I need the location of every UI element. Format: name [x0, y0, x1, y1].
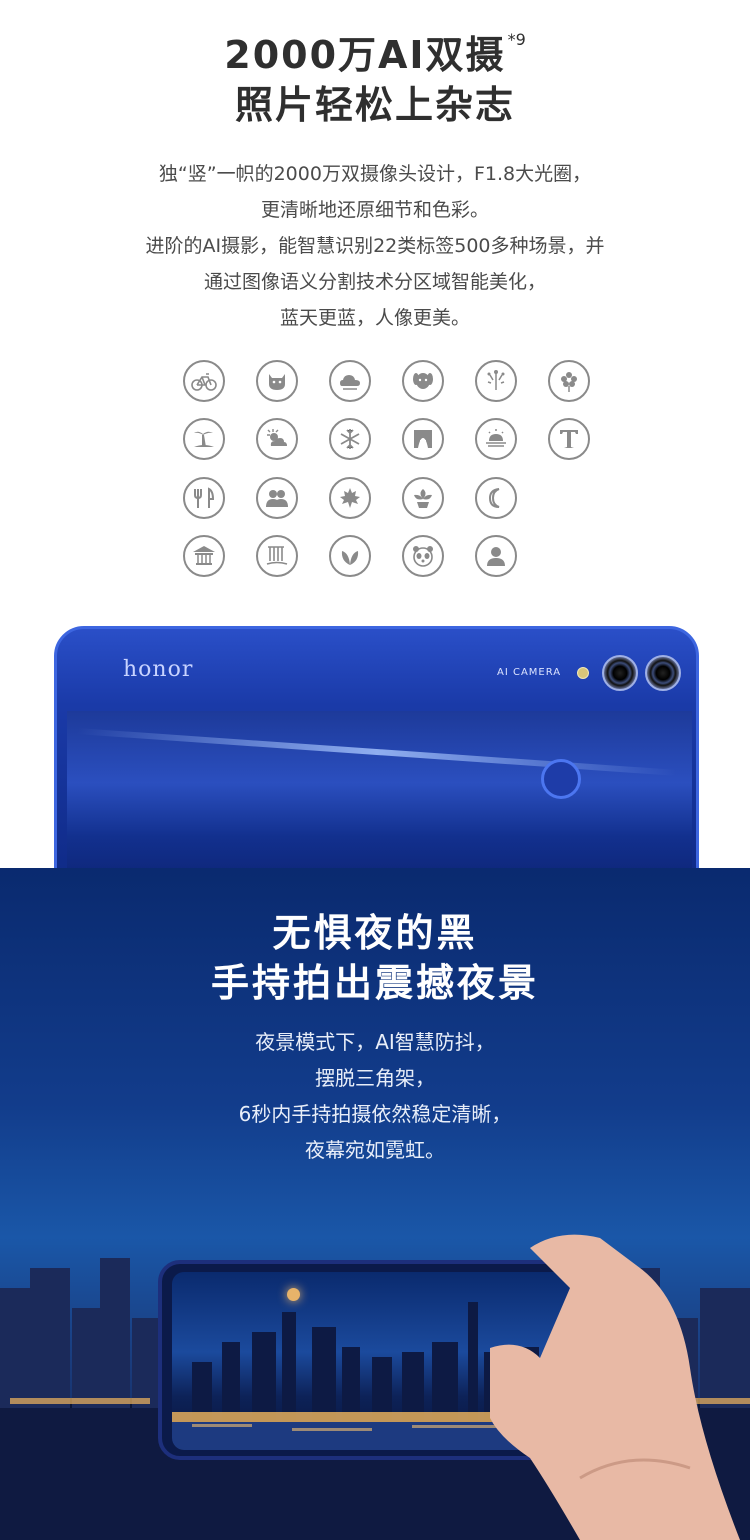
ai-camera-section: 2000万AI双摄 *9 照片轻松上杂志 独“竖”一帜的2000万双摄像头设计，F…	[0, 0, 750, 868]
plant-icon	[402, 477, 444, 519]
night-mode-section: 无惧夜的黑 手持拍出震撼夜景 夜景模式下，AI智慧防抖， 摆脱三角架， 6秒内手…	[0, 868, 750, 1540]
night-title-line1: 无惧夜的黑	[272, 911, 478, 955]
text-icon	[548, 418, 590, 460]
desc-line: 更清晰地还原细节和色彩。	[260, 199, 489, 221]
waterfall-icon	[256, 535, 298, 577]
dog-icon	[402, 360, 444, 402]
portrait-icon	[475, 535, 517, 577]
night-description: 夜景模式下，AI智慧防抖， 摆脱三角架， 6秒内手持拍摄依然稳定清晰， 夜幕宛如…	[0, 1024, 750, 1168]
cat-icon	[256, 360, 298, 402]
desc-line: 摆脱三角架，	[315, 1066, 435, 1090]
camera-title-line1: 2000万AI双摄 *9	[224, 30, 526, 77]
hand-holding-phone	[490, 1234, 740, 1540]
desc-line: 进阶的AI摄影，能智慧识别22类标签500多种场景，并	[145, 235, 605, 257]
phone-back-image: honor AI CAMERA	[54, 626, 699, 868]
snowflake-icon	[329, 418, 371, 460]
sunny-icon	[256, 418, 298, 460]
camera-lens-icon	[645, 655, 681, 691]
ancient-building-icon	[183, 535, 225, 577]
stage-icon	[402, 418, 444, 460]
camera-lens-icon	[602, 655, 638, 691]
camera-label: AI CAMERA	[497, 667, 562, 678]
footnote-marker: *9	[507, 30, 526, 49]
night-moon-icon	[475, 477, 517, 519]
flower-icon	[548, 360, 590, 402]
greenery-icon	[329, 535, 371, 577]
desc-line: 通过图像语义分割技术分区域智能美化，	[203, 271, 546, 293]
sunrise-icon	[475, 418, 517, 460]
food-icon	[183, 477, 225, 519]
night-title-line2: 手持拍出震撼夜景	[210, 961, 539, 1005]
desc-line: 6秒内手持拍摄依然稳定清晰，	[238, 1102, 512, 1126]
bicycle-icon	[183, 360, 225, 402]
maple-leaf-icon	[329, 477, 371, 519]
camera-title-line2: 照片轻松上杂志	[234, 83, 515, 127]
desc-line: 蓝天更蓝，人像更美。	[279, 307, 470, 329]
panda-icon	[402, 535, 444, 577]
group-icon	[256, 477, 298, 519]
cloud-icon	[329, 360, 371, 402]
brand-logo: honor	[123, 657, 194, 682]
desc-line: 夜幕宛如霓虹。	[305, 1138, 445, 1162]
desc-line: 独“竖”一帜的2000万双摄像头设计，F1.8大光圈，	[158, 163, 592, 185]
desc-line: 夜景模式下，AI智慧防抖，	[255, 1030, 495, 1054]
fireworks-icon	[475, 360, 517, 402]
beach-icon	[183, 418, 225, 460]
camera-description: 独“竖”一帜的2000万双摄像头设计，F1.8大光圈， 更清晰地还原细节和色彩。…	[0, 156, 750, 336]
fingerprint-sensor-icon	[541, 759, 581, 799]
flash-icon	[577, 667, 589, 679]
